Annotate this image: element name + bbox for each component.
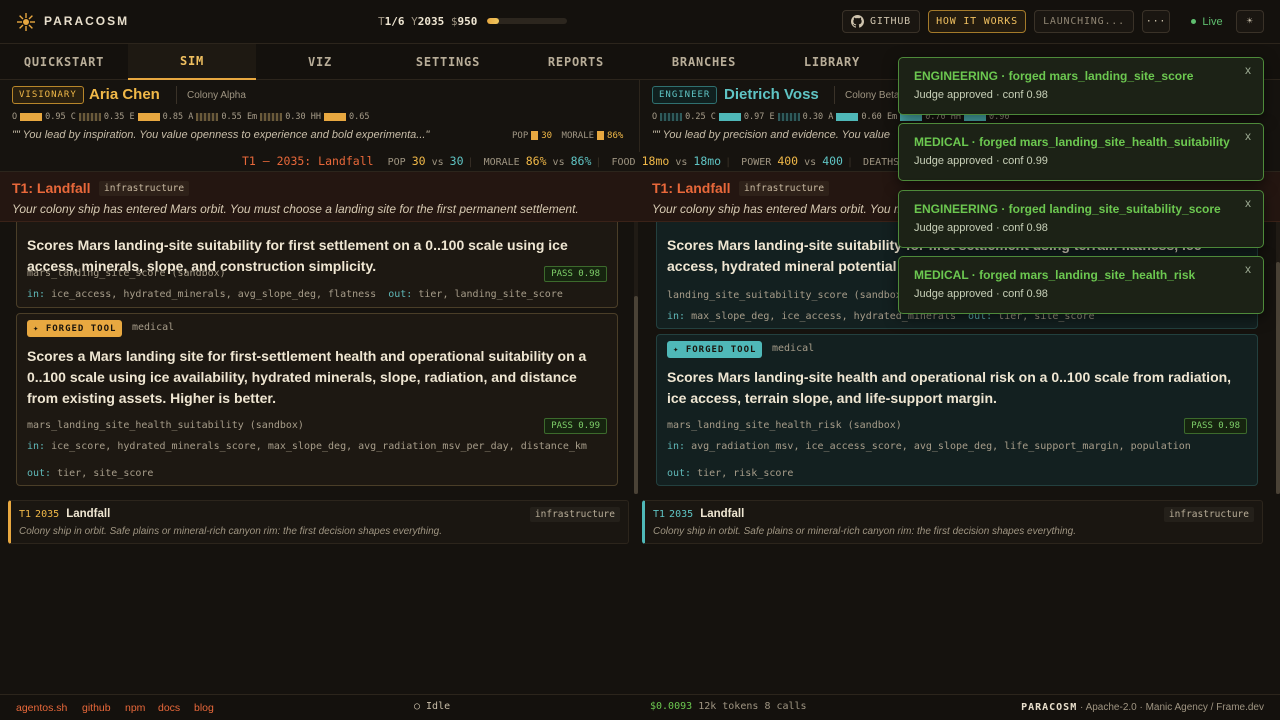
- turn-status-values: T1 — 2035: Landfall POP 30 vs 30 | MORALE…: [242, 154, 943, 168]
- leader-mini-stats: POP 30 MORALE 86%: [512, 131, 624, 141]
- leader-name: Aria Chen: [89, 86, 160, 103]
- launching-button[interactable]: LAUNCHING...: [1034, 10, 1134, 33]
- usage-stats: $0.0093 12k tokens 8 calls: [650, 701, 807, 712]
- live-dot-icon: [1191, 19, 1197, 24]
- forged-tool-tag: ✦ FORGED TOOL: [667, 341, 763, 358]
- toast-close-icon[interactable]: x: [1245, 63, 1251, 77]
- leader-quote: "" You lead by inspiration. You value op…: [12, 129, 430, 141]
- tab-library[interactable]: LIBRARY: [768, 44, 896, 80]
- pass-badge: PASS 0.98: [544, 266, 607, 282]
- toast-subtitle: Judge approved · conf 0.98: [914, 288, 1048, 300]
- tab-sim[interactable]: SIM: [128, 44, 256, 80]
- forged-tool-tag: ✦ FORGED TOOL: [27, 320, 123, 337]
- scrollbar[interactable]: [634, 222, 638, 494]
- tool-description: Scores Mars landing-site health and oper…: [667, 369, 1232, 406]
- role-badge: ENGINEER: [652, 86, 718, 104]
- tool-id: mars_landing_site_health_suitability (sa…: [27, 420, 304, 431]
- timeline-entry-left[interactable]: T1 2035 Landfall infrastructure Colony sh…: [8, 500, 629, 544]
- tab-settings[interactable]: SETTINGS: [384, 44, 512, 80]
- footer-link-npm[interactable]: npm: [125, 702, 145, 714]
- footer: agentos.sh github npm docs blog ○ Idle $…: [0, 694, 1280, 720]
- tool-description: Scores a Mars landing site for first-set…: [27, 348, 587, 406]
- live-indicator[interactable]: Live: [1180, 10, 1234, 33]
- toast-close-icon[interactable]: x: [1245, 129, 1251, 143]
- tool-id: landing_site_suitability_score (sandbox): [667, 290, 908, 301]
- personality-traits: O 0.95 C 0.35 E 0.85 A 0.55 Em 0.30 HH 0.65: [12, 112, 370, 122]
- toast-title: MEDICAL · forged mars_landing_site_healt…: [914, 135, 1230, 149]
- tool-id: mars_landing_site_score (sandbox): [27, 268, 226, 279]
- live-label: Live: [1202, 15, 1223, 28]
- toast-close-icon[interactable]: x: [1245, 262, 1251, 276]
- toast-notification: MEDICAL · forged mars_landing_site_healt…: [898, 123, 1264, 181]
- event-category-tag: infrastructure: [739, 181, 830, 196]
- leader-name: Dietrich Voss: [724, 86, 819, 103]
- toast-notification: MEDICAL · forged mars_landing_site_healt…: [898, 256, 1264, 314]
- timeline-category-tag: infrastructure: [529, 507, 620, 522]
- timeline-heading: T1 2035 Landfall: [653, 508, 745, 520]
- tool-io: in: ice_access, hydrated_minerals, avg_s…: [27, 289, 563, 300]
- timeline-description: Colony ship in orbit. Safe plains or min…: [19, 526, 442, 537]
- toast-title: MEDICAL · forged mars_landing_site_healt…: [914, 268, 1196, 282]
- toast-subtitle: Judge approved · conf 0.98: [914, 89, 1048, 101]
- sun-icon: ☀: [1246, 16, 1254, 27]
- idle-status: ○ Idle: [414, 701, 451, 712]
- github-label: GITHUB: [870, 16, 911, 27]
- how-it-works-button[interactable]: HOW IT WORKS: [928, 10, 1026, 33]
- event-description: Your colony ship has entered Mars orbit.…: [12, 202, 579, 216]
- brand-name: PARACOSM: [44, 14, 130, 28]
- timeline-category-tag: infrastructure: [1163, 507, 1254, 522]
- more-menu-button[interactable]: ···: [1142, 10, 1170, 33]
- theme-toggle-button[interactable]: ☀: [1236, 10, 1264, 33]
- event-title: T1: Landfall: [12, 180, 91, 196]
- pass-badge: PASS 0.98: [1184, 418, 1247, 434]
- toast-subtitle: Judge approved · conf 0.98: [914, 222, 1048, 234]
- footer-brand: PARACOSM · Apache-2.0 · Manic Agency / F…: [1021, 702, 1264, 713]
- timeline-entry-right[interactable]: T1 2035 Landfall infrastructure Colony sh…: [642, 500, 1263, 544]
- tool-inputs: in: ice_score, hydrated_minerals_score, …: [27, 441, 587, 452]
- forged-tool-card[interactable]: ✦ FORGED TOOL medical Scores Mars landin…: [656, 334, 1258, 486]
- turn-info: T1/6 Y2035 $950: [378, 15, 478, 28]
- toast-title: ENGINEERING · forged mars_landing_site_s…: [914, 69, 1194, 83]
- github-icon: [851, 15, 865, 28]
- footer-link-agentos[interactable]: agentos.sh: [16, 702, 67, 714]
- footer-link-github[interactable]: github: [82, 702, 111, 714]
- tab-branches[interactable]: BRANCHES: [640, 44, 768, 80]
- toast-title: ENGINEERING · forged landing_site_suitab…: [914, 202, 1221, 216]
- tab-reports[interactable]: REPORTS: [512, 44, 640, 80]
- event-category-tag: infrastructure: [99, 181, 190, 196]
- tool-department: medical: [772, 343, 815, 354]
- toast-notification: ENGINEERING · forged mars_landing_site_s…: [898, 57, 1264, 115]
- pass-badge: PASS 0.99: [544, 418, 607, 434]
- event-header-left: T1: Landfall infrastructure Your colony …: [0, 172, 640, 222]
- event-title: T1: Landfall: [652, 180, 731, 196]
- colony-name: Colony Alpha: [176, 86, 246, 104]
- timeline-description: Colony ship in orbit. Safe plains or min…: [653, 526, 1076, 537]
- leader-quote: "" You lead by precision and evidence. Y…: [652, 129, 890, 141]
- forged-tool-card[interactable]: Scores Mars landing-site suitability for…: [16, 222, 618, 308]
- role-badge: VISIONARY: [12, 86, 84, 104]
- tool-outputs: out: tier, risk_score: [667, 468, 794, 479]
- tool-inputs: in: avg_radiation_msv, ice_access_score,…: [667, 441, 1191, 452]
- leader-panel-left: VISIONARY Aria Chen Colony Alpha O 0.95 C…: [0, 80, 640, 152]
- timeline-heading: T1 2035 Landfall: [19, 508, 111, 520]
- footer-link-blog[interactable]: blog: [194, 702, 214, 714]
- github-button[interactable]: GITHUB: [842, 10, 920, 33]
- toast-close-icon[interactable]: x: [1245, 196, 1251, 210]
- scrollbar[interactable]: [1276, 222, 1280, 494]
- tool-id: mars_landing_site_health_risk (sandbox): [667, 420, 902, 431]
- turn-progress-bar: [487, 18, 567, 24]
- forged-tool-card[interactable]: ✦ FORGED TOOL medical Scores a Mars land…: [16, 313, 618, 486]
- progress-fill: [487, 18, 499, 24]
- toast-notification: ENGINEERING · forged landing_site_suitab…: [898, 190, 1264, 248]
- paracosm-logo-icon: [17, 13, 35, 31]
- colony-name: Colony Beta: [834, 86, 899, 104]
- tab-viz[interactable]: VIZ: [256, 44, 384, 80]
- tool-outputs: out: tier, site_score: [27, 468, 154, 479]
- toast-subtitle: Judge approved · conf 0.99: [914, 155, 1048, 167]
- tab-quickstart[interactable]: QUICKSTART: [0, 44, 128, 80]
- top-bar: PARACOSM T1/6 Y2035 $950 GITHUB HOW IT W…: [0, 0, 1280, 44]
- footer-link-docs[interactable]: docs: [158, 702, 180, 714]
- tool-department: medical: [132, 322, 175, 333]
- tool-feed-left[interactable]: Scores Mars landing-site suitability for…: [0, 222, 640, 494]
